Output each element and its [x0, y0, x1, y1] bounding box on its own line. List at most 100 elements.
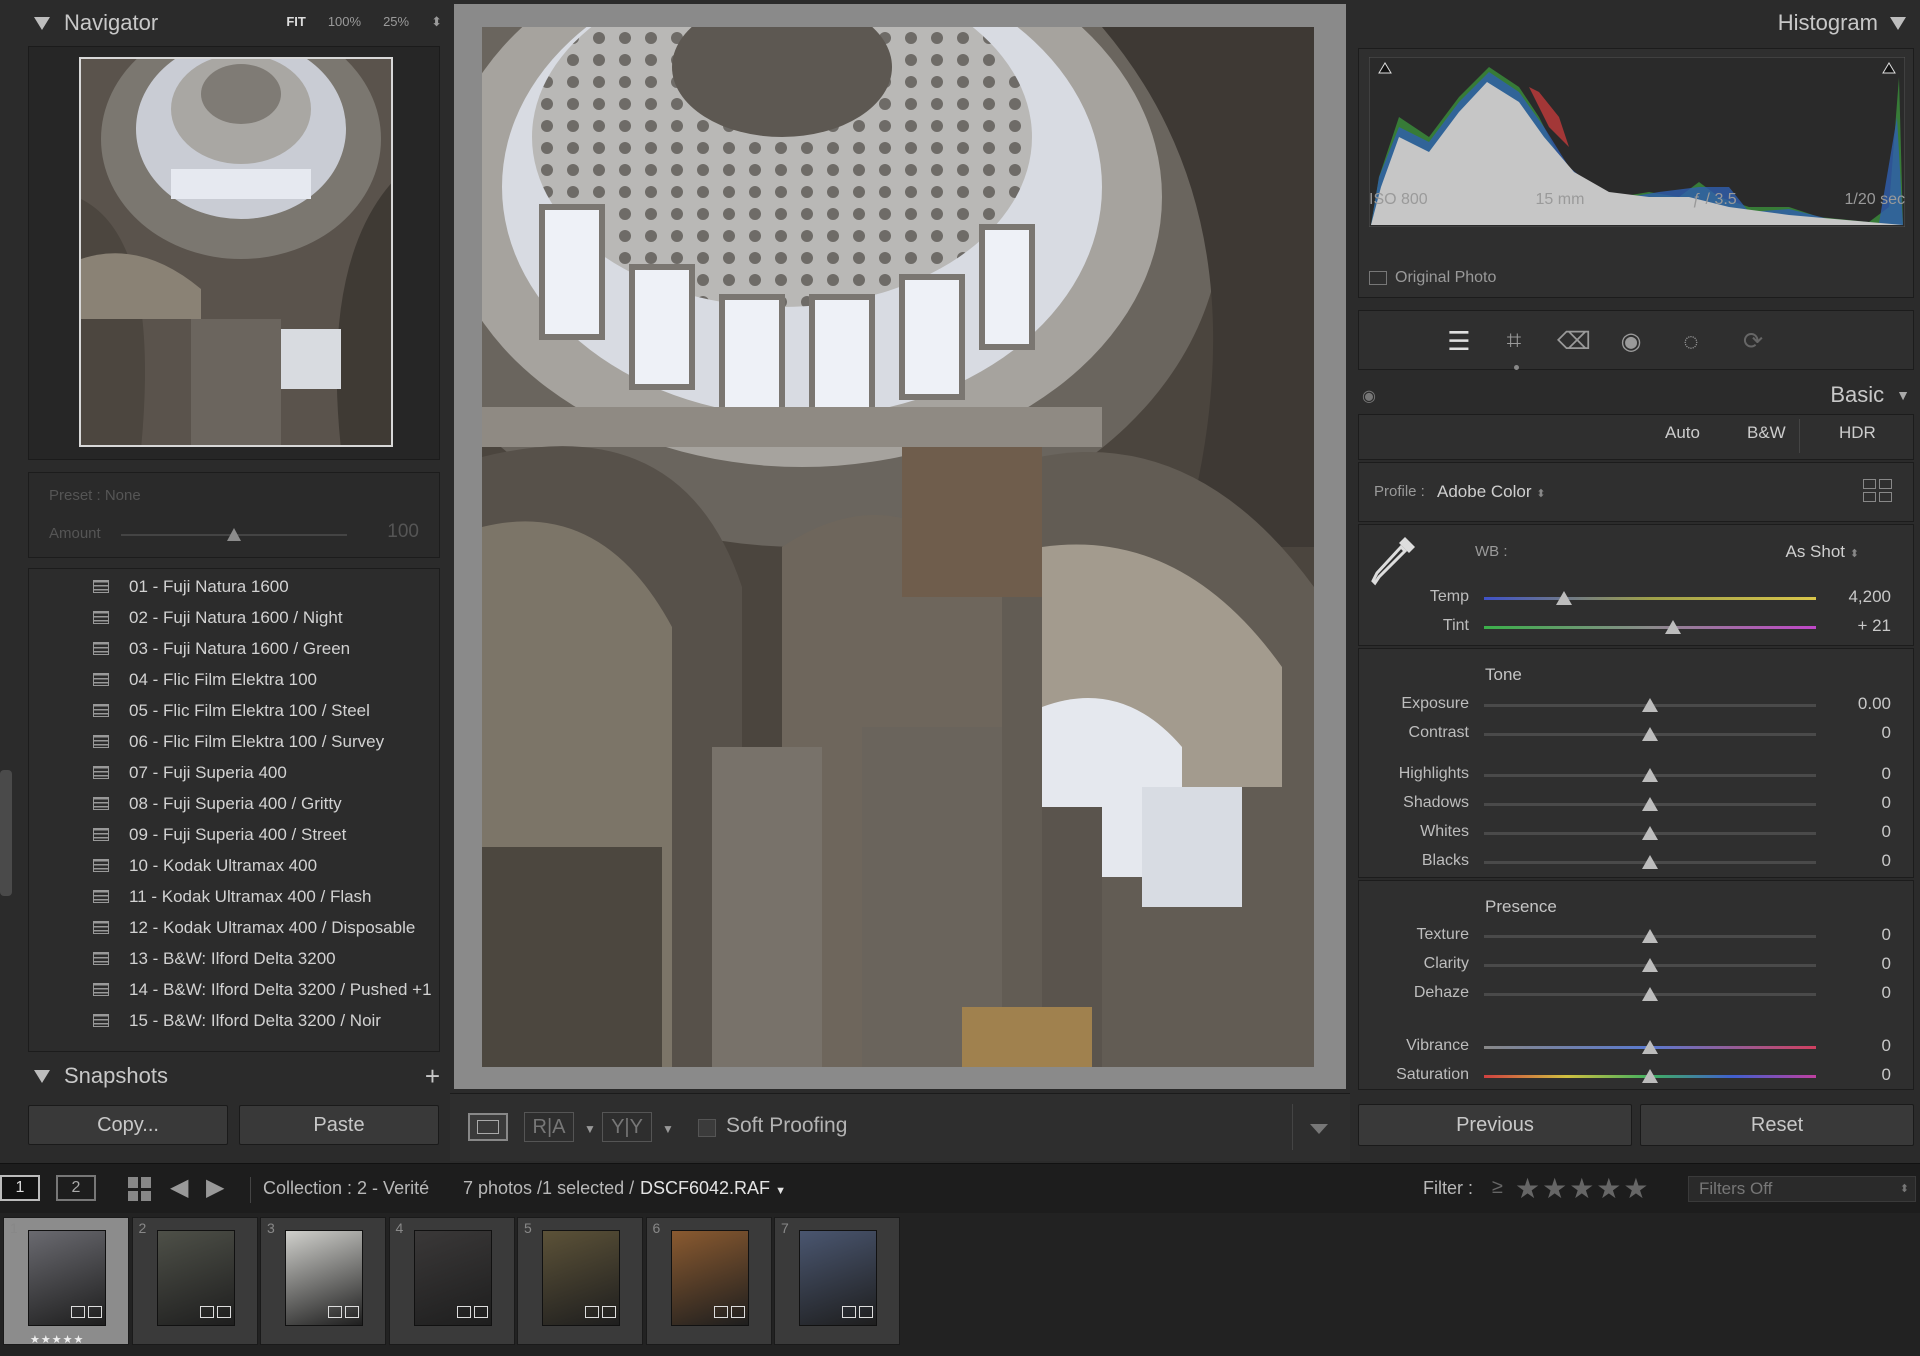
preset-item[interactable]: 14 - B&W: Ilford Delta 3200 / Pushed +1	[29, 974, 432, 1005]
slider-knob[interactable]	[1555, 591, 1572, 605]
slider-knob[interactable]	[1642, 698, 1658, 712]
presets-icon[interactable]: ⟳	[1733, 321, 1773, 361]
basic-header[interactable]: Basic ▼	[1830, 372, 1910, 418]
preset-item[interactable]: 15 - B&W: Ilford Delta 3200 / Noir	[29, 1005, 381, 1036]
zoom-100[interactable]: 100%	[328, 14, 361, 30]
slider-knob[interactable]	[1642, 797, 1658, 811]
slider-value[interactable]: 0	[1811, 1065, 1891, 1085]
filmstrip-cell[interactable]: 2	[131, 1217, 258, 1345]
slider-value[interactable]: 0	[1811, 851, 1891, 871]
zoom-dropdown-icon[interactable]: ⬍	[431, 14, 442, 30]
slider-knob[interactable]	[1642, 958, 1658, 972]
bw-button[interactable]: B&W	[1747, 423, 1786, 443]
main-window-button[interactable]: 1	[0, 1175, 40, 1201]
collapse-triangle-icon[interactable]	[34, 1069, 50, 1083]
eyedropper-icon[interactable]	[1371, 533, 1419, 587]
filmstrip-thumbnail[interactable]	[542, 1230, 620, 1326]
profile-dropdown[interactable]: Adobe Color ⬍	[1437, 482, 1545, 502]
main-photo[interactable]	[482, 27, 1314, 1067]
before-after-dropdown-icon[interactable]: ▼	[584, 1122, 596, 1136]
preset-item[interactable]: 13 - B&W: Ilford Delta 3200	[29, 943, 336, 974]
left-scrollbar[interactable]	[0, 770, 12, 896]
slider-knob[interactable]	[1642, 855, 1658, 869]
before-after-lr-button[interactable]: R|A	[524, 1112, 574, 1142]
zoom-fit[interactable]: FIT	[286, 14, 306, 30]
filmstrip-thumbnail[interactable]	[285, 1230, 363, 1326]
sliders-icon[interactable]: ☰	[1439, 321, 1479, 361]
zoom-25[interactable]: 25%	[383, 14, 409, 30]
reset-button[interactable]: Reset	[1640, 1104, 1914, 1146]
preset-item[interactable]: 12 - Kodak Ultramax 400 / Disposable	[29, 912, 415, 943]
amount-slider-knob[interactable]	[227, 528, 241, 541]
slider-value[interactable]: 0	[1811, 983, 1891, 1003]
preset-item[interactable]: 08 - Fuji Superia 400 / Gritty	[29, 788, 342, 819]
slider-track[interactable]	[1484, 626, 1816, 629]
slider-value[interactable]: 0	[1811, 793, 1891, 813]
copy-button[interactable]: Copy...	[28, 1105, 228, 1145]
collection-name[interactable]: Collection : 2 - Verité	[263, 1178, 429, 1199]
previous-button[interactable]: Previous	[1358, 1104, 1632, 1146]
mask-icon[interactable]: ◌	[1671, 321, 1711, 361]
original-photo-checkbox[interactable]	[1369, 271, 1387, 285]
filmstrip-cell[interactable]: 3	[260, 1217, 386, 1345]
filmstrip-cell[interactable]: 7	[774, 1217, 900, 1345]
second-window-button[interactable]: 2	[56, 1175, 96, 1201]
wb-dropdown[interactable]: As Shot ⬍	[1786, 542, 1860, 562]
preset-item[interactable]: 05 - Flic Film Elektra 100 / Steel	[29, 695, 370, 726]
filmstrip-thumbnail[interactable]	[670, 1230, 749, 1326]
slider-track[interactable]	[1484, 597, 1816, 600]
add-snapshot-button[interactable]: +	[425, 1061, 440, 1092]
basic-collapse-icon[interactable]: ▼	[1896, 387, 1910, 403]
slider-knob[interactable]	[1642, 1069, 1658, 1083]
preset-item[interactable]: 09 - Fuji Superia 400 / Street	[29, 819, 346, 850]
filters-dropdown[interactable]: Filters Off ⬍	[1688, 1176, 1916, 1202]
filter-operator[interactable]: ≥	[1492, 1176, 1503, 1199]
heal-icon[interactable]: ⌫	[1554, 321, 1594, 361]
slider-value[interactable]: 4,200	[1811, 587, 1891, 607]
crop-icon[interactable]: ⌗	[1494, 321, 1534, 361]
slider-knob[interactable]	[1642, 1040, 1658, 1054]
slider-value[interactable]: 0	[1811, 1036, 1891, 1056]
filmstrip-cell[interactable]: 1 ★★★★★	[3, 1217, 129, 1346]
preset-item[interactable]: 10 - Kodak Ultramax 400	[29, 850, 317, 881]
back-arrow-icon[interactable]: ◀	[170, 1173, 188, 1202]
preset-item[interactable]: 01 - Fuji Natura 1600	[29, 571, 289, 602]
slider-knob[interactable]	[1642, 826, 1658, 840]
slider-value[interactable]: 0	[1811, 764, 1891, 784]
paste-button[interactable]: Paste	[239, 1105, 439, 1145]
histogram-header[interactable]: Histogram	[1778, 0, 1906, 46]
grid-view-icon[interactable]	[128, 1177, 152, 1201]
filmstrip-cell[interactable]: 6	[645, 1217, 772, 1345]
rating-filter-stars[interactable]: ★★★★★	[1515, 1172, 1651, 1205]
slider-knob[interactable]	[1642, 987, 1658, 1001]
forward-arrow-icon[interactable]: ▶	[206, 1173, 224, 1202]
collapse-triangle-icon[interactable]	[34, 16, 50, 30]
navigator-header[interactable]: Navigator	[34, 0, 158, 46]
slider-knob[interactable]	[1642, 929, 1658, 943]
auto-button[interactable]: Auto	[1665, 423, 1700, 443]
before-after-tb-dropdown-icon[interactable]: ▼	[662, 1122, 674, 1136]
red-eye-icon[interactable]: ◉	[1611, 321, 1651, 361]
filmstrip-cell[interactable]: 4	[388, 1217, 515, 1345]
filename-dropdown[interactable]: DSCF6042.RAF ▼	[640, 1178, 786, 1199]
slider-knob[interactable]	[1642, 727, 1658, 741]
preset-item[interactable]: 03 - Fuji Natura 1600 / Green	[29, 633, 350, 664]
snapshots-header[interactable]: Snapshots +	[34, 1053, 440, 1099]
toolbar-menu-icon[interactable]	[1310, 1124, 1328, 1134]
slider-value[interactable]: + 21	[1811, 616, 1891, 636]
filmstrip-cell[interactable]: 5	[517, 1217, 643, 1345]
preset-item[interactable]: 06 - Flic Film Elektra 100 / Survey	[29, 726, 384, 757]
filmstrip-thumbnail[interactable]	[28, 1230, 106, 1326]
preset-item[interactable]: 11 - Kodak Ultramax 400 / Flash	[29, 881, 372, 912]
preset-item[interactable]: 02 - Fuji Natura 1600 / Night	[29, 602, 343, 633]
preset-item[interactable]: 07 - Fuji Superia 400	[29, 757, 287, 788]
before-after-tb-button[interactable]: Y|Y	[602, 1112, 652, 1142]
slider-knob[interactable]	[1665, 620, 1682, 634]
slider-value[interactable]: 0	[1811, 954, 1891, 974]
slider-knob[interactable]	[1642, 768, 1658, 782]
slider-value[interactable]: 0	[1811, 723, 1891, 743]
single-view-button[interactable]	[468, 1113, 508, 1141]
slider-value[interactable]: 0	[1811, 925, 1891, 945]
slider-value[interactable]: 0	[1811, 822, 1891, 842]
preset-item[interactable]: 04 - Flic Film Elektra 100	[29, 664, 317, 695]
